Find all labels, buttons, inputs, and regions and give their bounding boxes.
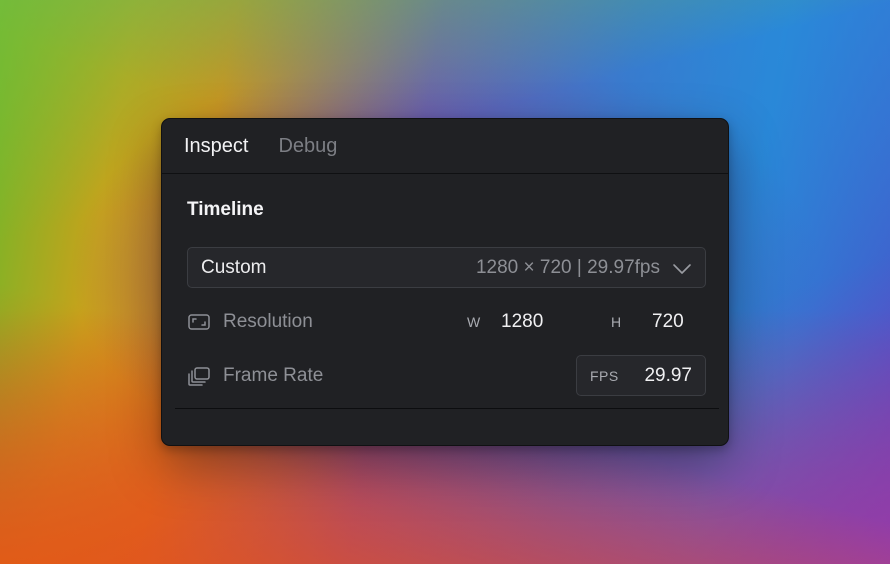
frame-rate-row: Frame Rate FPS 29.97: [187, 355, 706, 396]
fps-tag: FPS: [590, 367, 619, 384]
preset-name: Custom: [201, 256, 267, 278]
frame-rate-label: Frame Rate: [223, 364, 324, 386]
tab-debug[interactable]: Debug: [278, 135, 337, 158]
resolution-row: Resolution W 1280 H 720: [187, 301, 706, 342]
divider: [175, 408, 719, 409]
tab-bar: Inspect Debug: [162, 119, 728, 174]
frame-rate-icon: [187, 366, 211, 386]
fps-value: 29.97: [644, 364, 692, 386]
timeline-preset-select[interactable]: Custom 1280 × 720 | 29.97fps: [187, 247, 706, 288]
height-tag: H: [611, 313, 622, 330]
section-title: Timeline: [187, 199, 264, 220]
timeline-inspector-panel: Inspect Debug Timeline Custom 1280 × 720…: [161, 118, 729, 446]
width-tag: W: [467, 313, 481, 330]
height-value[interactable]: 720: [652, 311, 684, 333]
resolution-icon: [187, 312, 211, 332]
resolution-label: Resolution: [223, 310, 313, 332]
chevron-down-icon: [672, 262, 692, 274]
preset-summary: 1280 × 720 | 29.97fps: [475, 256, 660, 278]
width-value[interactable]: 1280: [501, 311, 543, 333]
tab-inspect[interactable]: Inspect: [184, 135, 248, 158]
frame-rate-input[interactable]: FPS 29.97: [576, 355, 706, 396]
